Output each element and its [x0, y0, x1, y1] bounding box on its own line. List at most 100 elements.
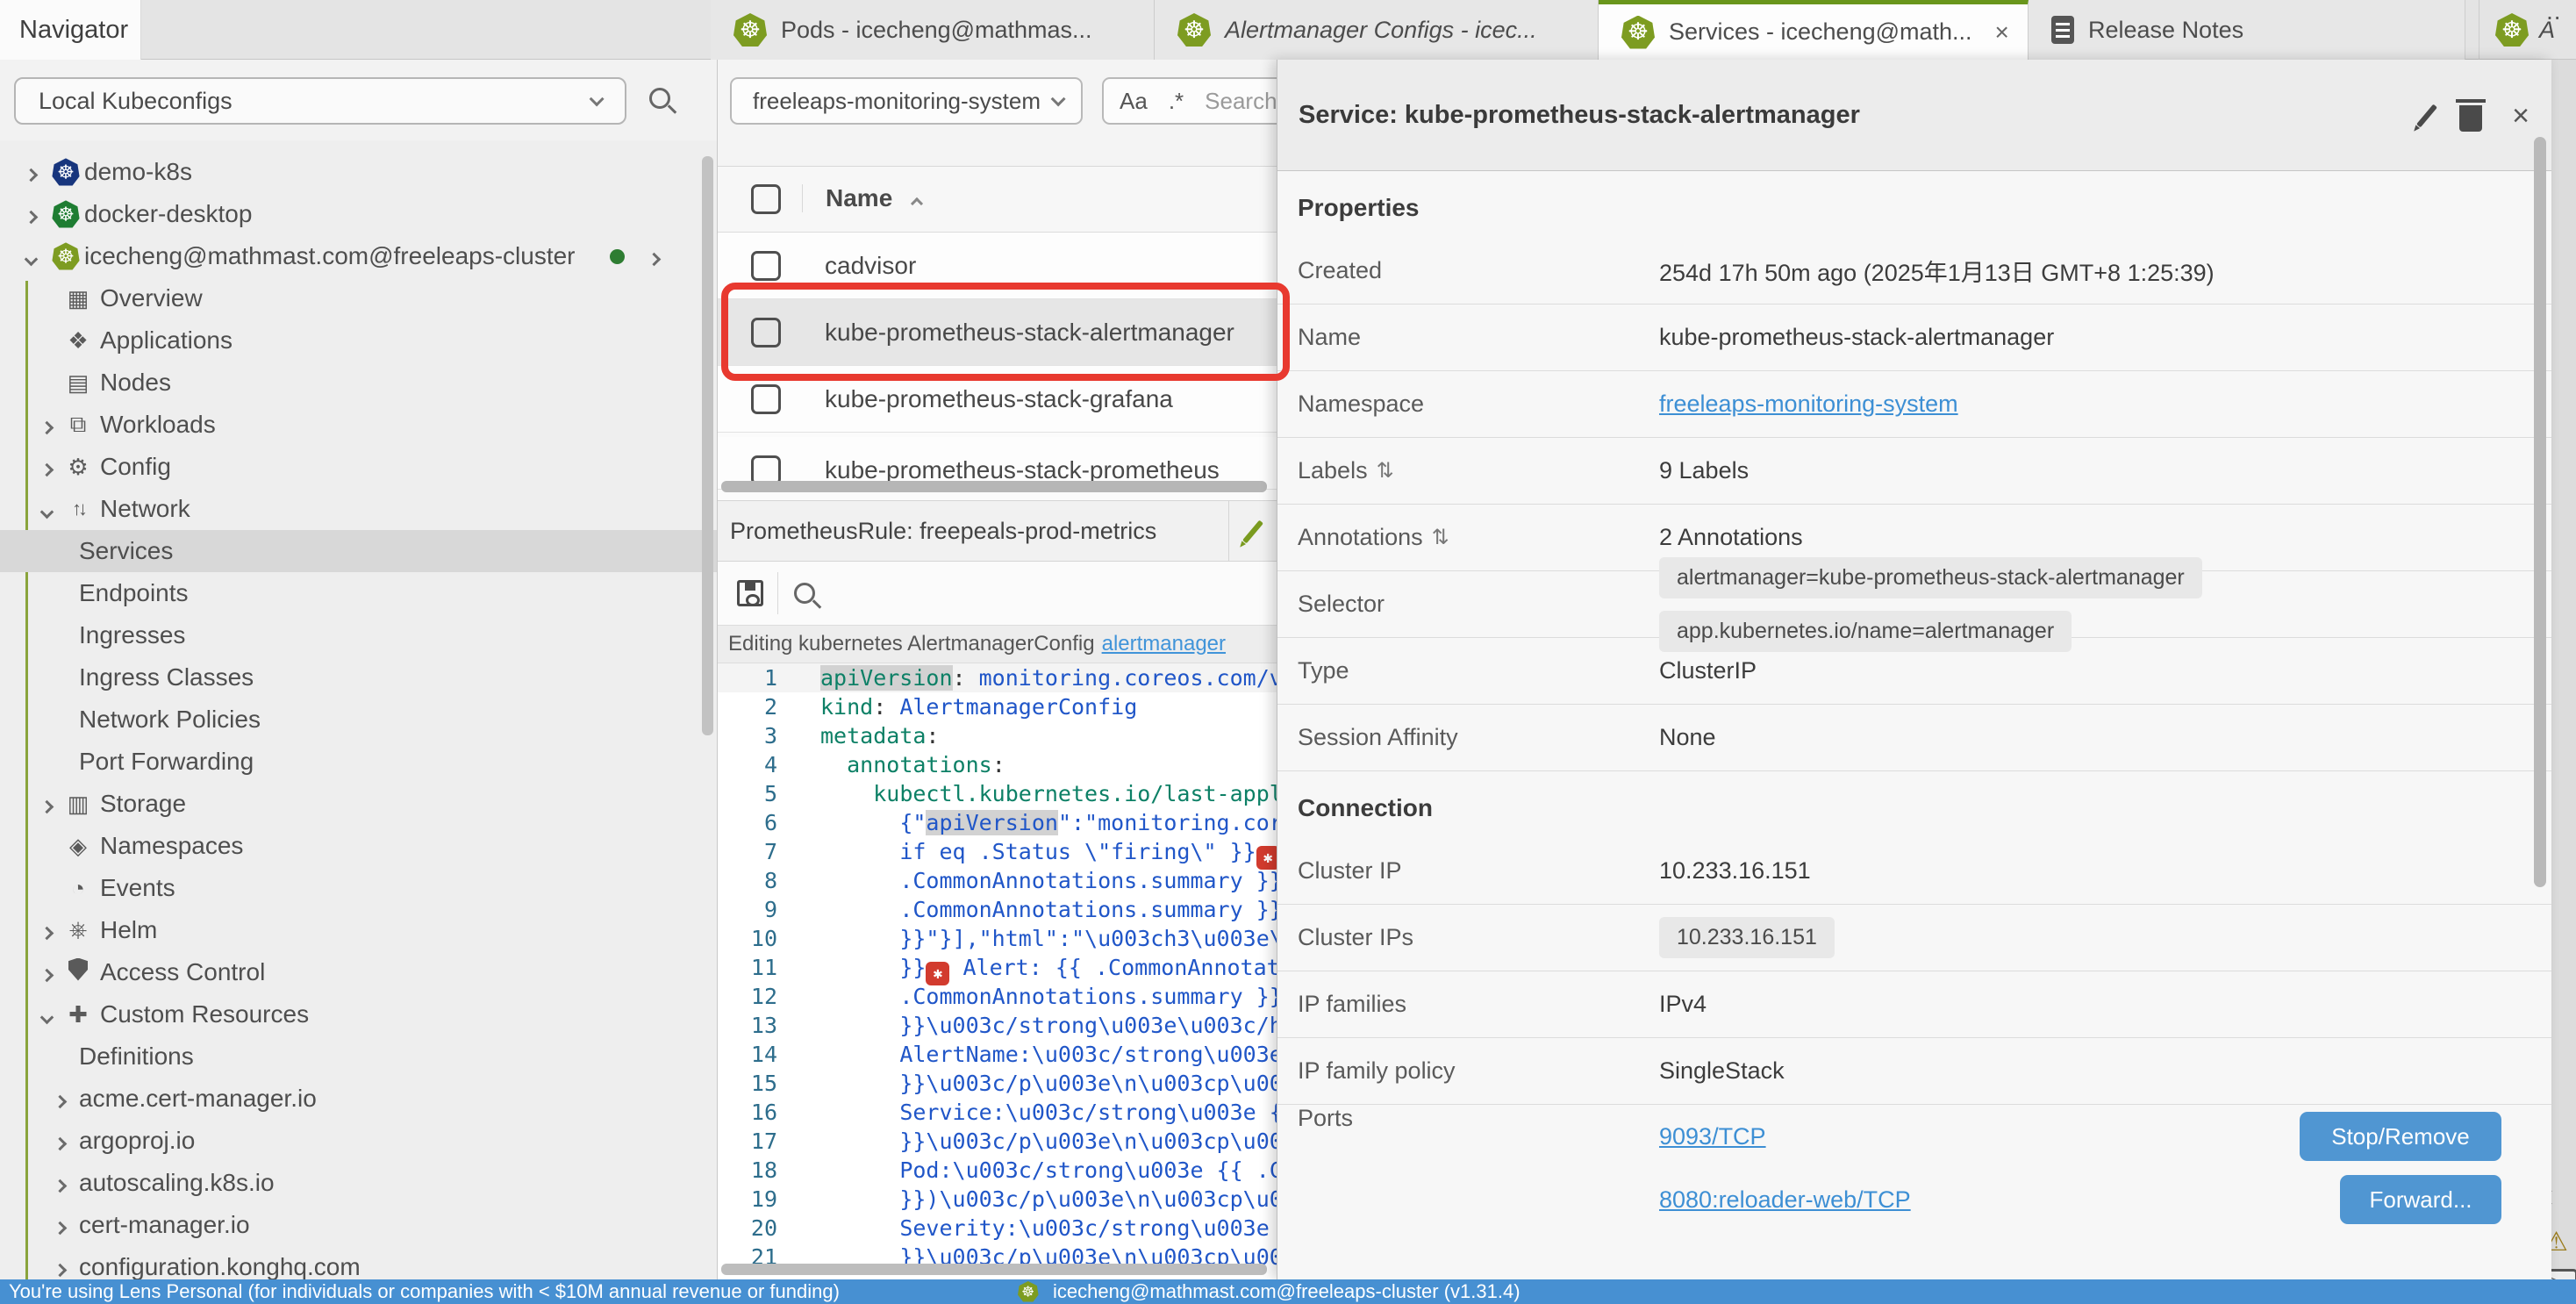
chevron-right-icon[interactable] [55, 1211, 65, 1239]
sidebar-item-docker-desktop[interactable]: ☸docker-desktop [0, 193, 718, 235]
sidebar-item-endpoints[interactable]: Endpoints [0, 572, 718, 614]
sidebar-item-workloads[interactable]: ⧉Workloads [0, 404, 718, 446]
code-line[interactable]: 14 AlertName:\u003c/strong\u003e [718, 1040, 1277, 1069]
sidebar-item-helm[interactable]: ⎈Helm [0, 909, 718, 951]
close-icon[interactable]: × [2512, 101, 2529, 131]
editing-target-link[interactable]: alertmanager [1102, 632, 1226, 656]
code-line[interactable]: 12 .CommonAnnotations.summary }}- [718, 982, 1277, 1011]
sidebar-item-demo-k8s[interactable]: ☸demo-k8s [0, 151, 718, 193]
cluster-status-text[interactable]: icecheng@mathmast.com@freeleaps-cluster … [1053, 1280, 1521, 1303]
save-icon[interactable] [737, 580, 763, 606]
tab-alertmanager[interactable]: ☸Alertmanager Configs - icec... [1155, 0, 1599, 60]
editor-horizontal-scrollbar[interactable] [721, 1264, 1267, 1275]
table-horizontal-scrollbar[interactable] [721, 481, 1267, 492]
kubeconfig-selector[interactable]: Local Kubeconfigs [14, 77, 626, 125]
tab-pods[interactable]: ☸Pods - icecheng@mathmas... [711, 0, 1155, 60]
delete-trash-icon[interactable] [2459, 105, 2482, 132]
chevron-right-icon[interactable] [42, 916, 52, 944]
chevron-right-icon[interactable] [55, 1253, 65, 1279]
sidebar-item-storage[interactable]: ▥Storage [0, 783, 718, 825]
chevron-right-icon[interactable] [55, 1085, 65, 1113]
sidebar-item-services[interactable]: Services [0, 530, 718, 572]
code-line[interactable]: 5 kubectl.kubernetes.io/last-applie [718, 779, 1277, 808]
code-line[interactable]: 15 }}\u003c/p\u003e\n\u003cp\u003 [718, 1069, 1277, 1098]
chevron-right-icon[interactable] [55, 1169, 65, 1197]
sidebar-item-namespaces[interactable]: ◈Namespaces [0, 825, 718, 867]
sidebar-item-definitions[interactable]: Definitions [0, 1035, 718, 1078]
port-link[interactable]: 8080:reloader-web/TCP [1659, 1186, 1911, 1214]
sidebar-item-ingresses[interactable]: Ingresses [0, 614, 718, 656]
drawer-scrollbar[interactable] [2534, 137, 2546, 887]
chevron-right-icon[interactable] [649, 242, 659, 270]
chevron-down-icon[interactable] [42, 495, 52, 523]
editor-search-icon[interactable] [794, 583, 815, 604]
sidebar-item-icecheng-mathmast-com-freeleaps-cluster[interactable]: ☸icecheng@mathmast.com@freeleaps-cluster [0, 235, 718, 277]
regex-icon[interactable]: .* [1169, 88, 1184, 115]
chevron-right-icon[interactable] [42, 958, 52, 986]
sidebar-scrollbar[interactable] [702, 156, 713, 735]
sidebar-item-network-policies[interactable]: Network Policies [0, 699, 718, 741]
sidebar-item-config[interactable]: ⚙Config [0, 446, 718, 488]
code-line[interactable]: 6 {"apiVersion":"monitoring.core [718, 808, 1277, 837]
port-link[interactable]: 9093/TCP [1659, 1123, 1766, 1150]
chevron-right-icon[interactable] [42, 453, 52, 481]
close-icon[interactable]: × [1995, 18, 2009, 47]
code-line[interactable]: 3metadata: [718, 721, 1277, 750]
code-line[interactable]: 19 }})\u003c/p\u003e\n\u003cp\u00 [718, 1185, 1277, 1214]
sidebar-item-port-forwarding[interactable]: Port Forwarding [0, 741, 718, 783]
code-line[interactable]: 8 .CommonAnnotations.summary }}- [718, 866, 1277, 895]
chevron-right-icon[interactable] [55, 1127, 65, 1155]
forward-button[interactable]: Forward... [2340, 1175, 2501, 1224]
sidebar-item-ingress-classes[interactable]: Ingress Classes [0, 656, 718, 699]
sidebar-item-overview[interactable]: ▦Overview [0, 277, 718, 319]
sort-icon[interactable]: ⇅ [1377, 458, 1394, 484]
sidebar-item-configuration-konghq-com[interactable]: configuration.konghq.com [0, 1246, 718, 1279]
select-all-checkbox[interactable] [751, 184, 781, 214]
table-search-input[interactable]: Aa .* Search [1102, 77, 1277, 125]
code-line[interactable]: 2kind: AlertmanagerConfig [718, 692, 1277, 721]
sidebar-item-acme-cert-manager-io[interactable]: acme.cert-manager.io [0, 1078, 718, 1120]
stop-remove-button[interactable]: Stop/Remove [2300, 1112, 2501, 1161]
row-checkbox[interactable] [751, 251, 781, 281]
code-line[interactable]: 18 Pod:\u003c/strong\u003e {{ .Co [718, 1156, 1277, 1185]
chevron-down-icon[interactable] [42, 1000, 52, 1028]
namespace-link[interactable]: freeleaps-monitoring-system [1659, 390, 1958, 417]
chevron-right-icon[interactable] [42, 790, 52, 818]
code-line[interactable]: 17 }}\u003c/p\u003e\n\u003cp\u003 [718, 1127, 1277, 1156]
sidebar-item-events[interactable]: ◔Events [0, 867, 718, 909]
code-line[interactable]: 4 annotations: [718, 750, 1277, 779]
yaml-editor[interactable]: 1apiVersion: monitoring.coreos.com/v12ki… [718, 663, 1277, 1279]
edit-pencil-icon[interactable] [2416, 104, 2437, 127]
code-line[interactable]: 11 }}✱ Alert: {{ .CommonAnnotati [718, 953, 1277, 982]
sidebar-item-network[interactable]: ↑↓Network [0, 488, 718, 530]
code-line[interactable]: 20 Severity:\u003c/strong\u003e - [718, 1214, 1277, 1243]
sidebar-item-access-control[interactable]: Access Control [0, 951, 718, 993]
code-line[interactable]: 10 }}"}],"html":"\u003ch3\u003e\u [718, 924, 1277, 953]
code-line[interactable]: 9 .CommonAnnotations.summary }}- [718, 895, 1277, 924]
sidebar-item-custom-resources[interactable]: ✚Custom Resources [0, 993, 718, 1035]
match-case-icon[interactable]: Aa [1120, 88, 1148, 115]
chevron-right-icon[interactable] [42, 411, 52, 439]
chevron-right-icon[interactable] [26, 200, 36, 228]
name-column-header[interactable]: Name [802, 184, 892, 212]
tab-release[interactable]: Release Notes [2029, 0, 2465, 60]
code-line[interactable]: 16 Service:\u003c/strong\u003e {- [718, 1098, 1277, 1127]
sort-icon[interactable]: ⇅ [1432, 525, 1449, 550]
sidebar-item-applications[interactable]: ❖Applications [0, 319, 718, 362]
sidebar-item-argoproj-io[interactable]: argoproj.io [0, 1120, 718, 1162]
row-checkbox[interactable] [751, 384, 781, 414]
sidebar-item-autoscaling-k8s-io[interactable]: autoscaling.k8s.io [0, 1162, 718, 1204]
sort-asc-icon[interactable] [912, 197, 921, 212]
sidebar-item-nodes[interactable]: ▤Nodes [0, 362, 718, 404]
search-icon[interactable] [649, 88, 670, 109]
namespace-selector[interactable]: freeleaps-monitoring-system [730, 77, 1083, 125]
sidebar-item-cert-manager-io[interactable]: cert-manager.io [0, 1204, 718, 1246]
prometheusrule-edit-cell[interactable] [1228, 501, 1277, 562]
code-line[interactable]: 13 }}\u003c/strong\u003e\u003c/h3 [718, 1011, 1277, 1040]
code-line[interactable]: 7 if eq .Status \"firing\" }}✱ [718, 837, 1277, 866]
tab-services[interactable]: ☸Services - icecheng@math...× [1599, 0, 2029, 60]
tab-partial[interactable]: ☸ A ‥ [2479, 0, 2576, 60]
chevron-right-icon[interactable] [26, 158, 36, 186]
chevron-down-icon[interactable] [26, 242, 36, 270]
code-line[interactable]: 1apiVersion: monitoring.coreos.com/v1 [718, 663, 1277, 692]
